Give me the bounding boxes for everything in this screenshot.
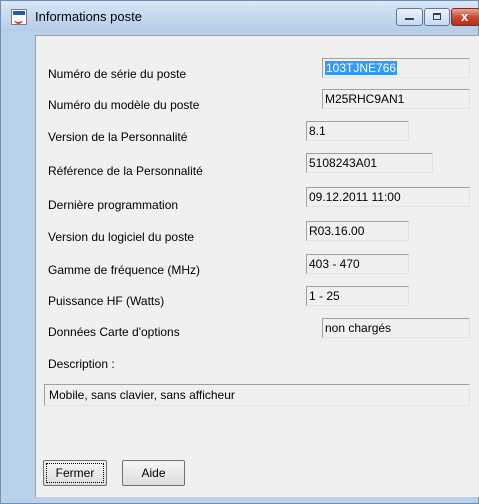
software-version-field[interactable]: R03.16.00	[306, 221, 409, 241]
option-board-label: Données Carte d'options	[48, 325, 180, 339]
personality-version-label: Version de la Personnalité	[48, 130, 188, 144]
personality-reference-field[interactable]: 5108243A01	[306, 153, 433, 173]
software-version-label: Version du logiciel du poste	[48, 230, 195, 244]
rf-power-label: Puissance HF (Watts)	[48, 294, 165, 308]
frequency-range-field[interactable]: 403 - 470	[306, 254, 409, 274]
window-title: Informations poste	[35, 9, 142, 24]
serial-number-field[interactable]: 103TJNE766	[322, 58, 470, 78]
personality-version-field[interactable]: 8.1	[306, 121, 409, 141]
serial-number-value: 103TJNE766	[325, 61, 398, 75]
software-version-value: R03.16.00	[309, 224, 365, 238]
rf-power-value: 1 - 25	[309, 289, 340, 303]
model-number-field[interactable]: M25RHC9AN1	[322, 89, 470, 109]
maximize-icon	[433, 13, 441, 20]
close-button[interactable]: x	[451, 8, 479, 26]
personality-reference-label: Référence de la Personnalité	[48, 164, 203, 178]
description-field[interactable]: Mobile, sans clavier, sans afficheur	[44, 384, 470, 406]
minimize-icon	[405, 18, 414, 20]
dialog-window: Informations poste x Numéro de série du …	[0, 0, 479, 504]
doc-icon	[11, 9, 27, 25]
minimize-button[interactable]	[396, 8, 423, 26]
personality-version-value: 8.1	[309, 124, 326, 138]
frequency-range-label: Gamme de fréquence (MHz)	[48, 263, 201, 277]
rf-power-field[interactable]: 1 - 25	[306, 286, 409, 306]
model-number-value: M25RHC9AN1	[325, 92, 405, 106]
close-dialog-button[interactable]: Fermer	[43, 460, 107, 486]
serial-number-label: Numéro de série du poste	[48, 67, 187, 81]
personality-reference-value: 5108243A01	[309, 156, 378, 170]
option-board-value: non chargés	[325, 321, 392, 335]
title-bar[interactable]: Informations poste x	[1, 1, 479, 31]
option-board-field[interactable]: non chargés	[322, 318, 470, 338]
description-label: Description :	[48, 357, 115, 371]
description-value: Mobile, sans clavier, sans afficheur	[49, 388, 235, 402]
last-programming-field[interactable]: 09.12.2011 11:00	[306, 187, 470, 207]
frequency-range-value: 403 - 470	[309, 257, 360, 271]
model-number-label: Numéro du modèle du poste	[48, 98, 200, 112]
maximize-button[interactable]	[424, 8, 450, 26]
last-programming-label: Dernière programmation	[48, 198, 179, 212]
close-icon: x	[461, 9, 469, 24]
last-programming-value: 09.12.2011 11:00	[309, 190, 401, 204]
help-button[interactable]: Aide	[122, 460, 185, 486]
